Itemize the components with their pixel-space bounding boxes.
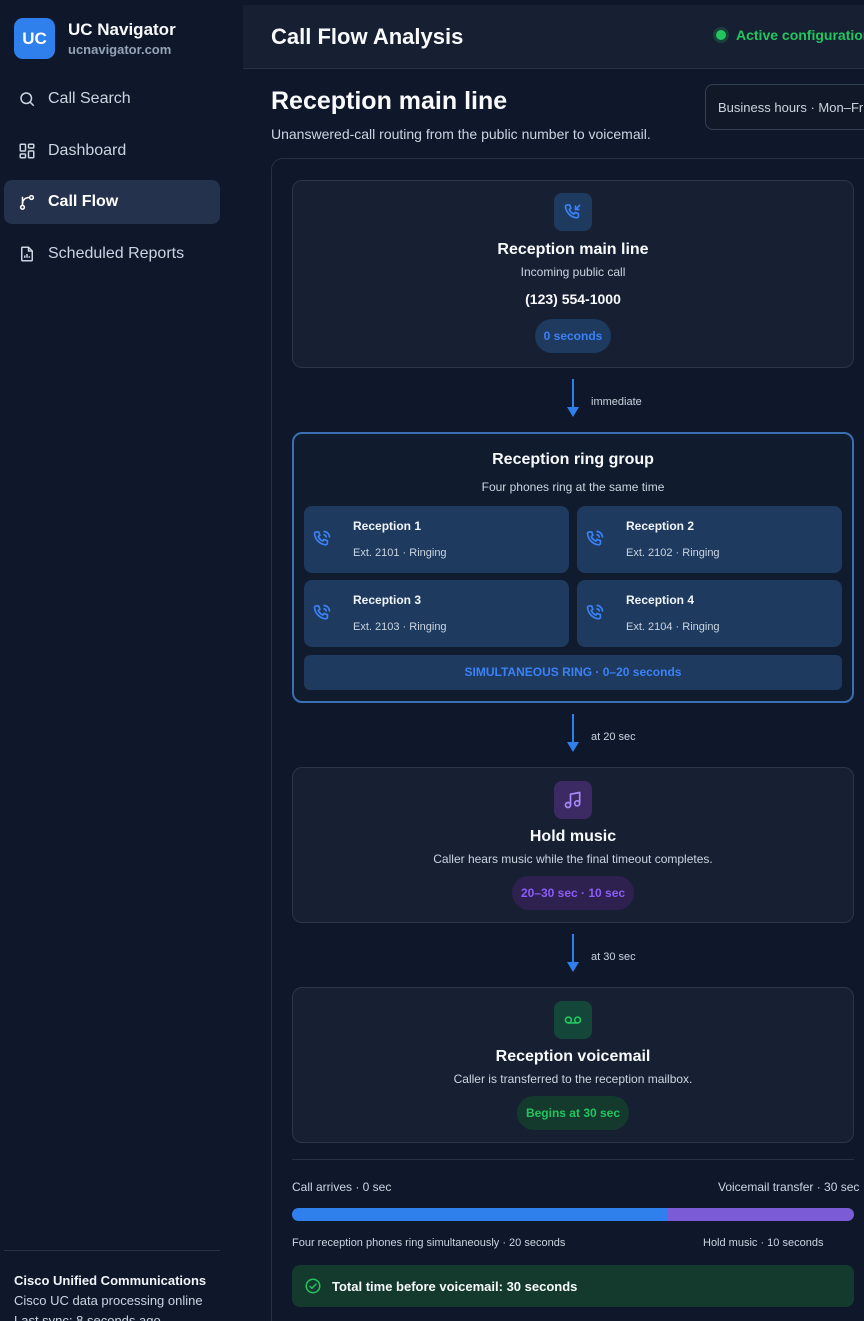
- call-flow-icon: [18, 193, 36, 211]
- timeline-segment-hold: [666, 1208, 854, 1221]
- voicemail-icon: [554, 1001, 592, 1039]
- footer-sync: Last sync: 8 seconds ago: [14, 1313, 161, 1321]
- timeline-legend-ring: Four reception phones ring simultaneousl…: [292, 1237, 566, 1249]
- entry-title: Reception main line: [497, 241, 649, 258]
- page-title: Reception main line: [271, 87, 508, 115]
- status-dot-icon: [716, 30, 726, 40]
- business-hours-selector[interactable]: Business hours · Mon–Fri: [705, 84, 864, 130]
- ring-group-subtitle: Four phones ring at the same time: [481, 480, 665, 494]
- brand-name: UC Navigator: [68, 20, 176, 39]
- timeline-bar: [292, 1208, 854, 1221]
- voicemail-title: Reception voicemail: [495, 1048, 651, 1065]
- entry-time-pill: 0 seconds: [534, 319, 612, 353]
- voicemail-subtitle: Caller is transferred to the reception m…: [453, 1072, 693, 1086]
- nav-label: Call Search: [48, 90, 131, 107]
- connector-label: at 20 sec: [591, 731, 636, 743]
- incoming-call-icon: [554, 193, 592, 231]
- phone-ext: Ext. 2101 · Ringing: [353, 547, 447, 559]
- connector-label: at 30 sec: [591, 951, 636, 963]
- phone-card-reception-2[interactable]: Reception 2 Ext. 2102 · Ringing: [577, 506, 842, 573]
- entry-subtitle: Incoming public call: [520, 265, 626, 279]
- brand[interactable]: UC UC Navigator ucnavigator.com: [14, 18, 176, 59]
- search-icon: [18, 90, 36, 108]
- timeline-start-label: Call arrives · 0 sec: [292, 1180, 392, 1194]
- footer-status: Cisco UC data processing online: [14, 1293, 203, 1308]
- nav-item-scheduled-reports[interactable]: Scheduled Reports: [4, 232, 220, 276]
- timeline-legend-hold: Hold music · 10 seconds: [703, 1237, 824, 1249]
- connector-arrow: [567, 714, 579, 754]
- topbar: Call Flow Analysis Active configuration: [243, 5, 864, 69]
- hold-music-card[interactable]: Hold music Caller hears music while the …: [292, 767, 854, 923]
- voicemail-time-pill: Begins at 30 sec: [516, 1096, 630, 1130]
- phone-name: Reception 1: [353, 519, 422, 533]
- sidebar: UC UC Navigator ucnavigator.com Call Sea…: [0, 0, 243, 1321]
- sidebar-footer: Cisco Unified Communications Cisco UC da…: [14, 1271, 206, 1321]
- phone-card-reception-3[interactable]: Reception 3 Ext. 2103 · Ringing: [304, 580, 569, 647]
- nav-label: Call Flow: [48, 193, 119, 210]
- nav-item-dashboard[interactable]: Dashboard: [4, 129, 220, 173]
- status-text: Active configuration: [736, 27, 864, 43]
- check-circle-icon: [304, 1277, 322, 1295]
- nav-label: Scheduled Reports: [48, 245, 185, 262]
- total-time-banner: Total time before voicemail: 30 seconds: [292, 1265, 854, 1307]
- phone-name: Reception 3: [353, 593, 422, 607]
- hold-time-pill: 20–30 sec · 10 sec: [511, 876, 635, 910]
- voicemail-card[interactable]: Reception voicemail Caller is transferre…: [292, 987, 854, 1143]
- nav-item-call-flow[interactable]: Call Flow: [4, 180, 220, 224]
- brand-domain: ucnavigator.com: [68, 42, 172, 57]
- simultaneous-ring-banner: SIMULTANEOUS RING · 0–20 seconds: [304, 655, 842, 690]
- entry-card[interactable]: Reception main line Incoming public call…: [292, 180, 854, 368]
- dashboard-icon: [18, 142, 36, 160]
- ring-group-title: Reception ring group: [492, 451, 654, 468]
- phone-ext: Ext. 2104 · Ringing: [626, 621, 720, 633]
- hold-subtitle: Caller hears music while the final timeo…: [433, 852, 713, 866]
- music-note-icon: [554, 781, 592, 819]
- connector-arrow: [567, 379, 579, 419]
- brand-logo: UC: [14, 18, 55, 59]
- phone-ringing-icon: [585, 603, 605, 623]
- page-subtitle: Unanswered-call routing from the public …: [271, 126, 651, 142]
- ring-group-card[interactable]: Reception ring group Four phones ring at…: [292, 432, 854, 703]
- total-time-text: Total time before voicemail: 30 seconds: [332, 1278, 578, 1294]
- connector-label: immediate: [591, 396, 642, 408]
- phone-name: Reception 4: [626, 593, 695, 607]
- topbar-title: Call Flow Analysis: [271, 24, 464, 49]
- entry-number: (123) 554-1000: [525, 291, 621, 307]
- status-badge: Active configuration: [716, 27, 864, 43]
- phone-ringing-icon: [312, 529, 332, 549]
- hold-title: Hold music: [529, 828, 617, 845]
- phone-ext: Ext. 2102 · Ringing: [626, 547, 720, 559]
- connector-arrow: [567, 934, 579, 974]
- phone-card-reception-4[interactable]: Reception 4 Ext. 2104 · Ringing: [577, 580, 842, 647]
- phone-ringing-icon: [585, 529, 605, 549]
- timeline-end-label: Voicemail transfer · 30 sec: [718, 1180, 860, 1194]
- phone-name: Reception 2: [626, 519, 695, 533]
- nav-label: Dashboard: [48, 142, 127, 159]
- report-icon: [18, 245, 36, 263]
- phone-card-reception-1[interactable]: Reception 1 Ext. 2101 · Ringing: [304, 506, 569, 573]
- phone-ext: Ext. 2103 · Ringing: [353, 621, 447, 633]
- phone-ringing-icon: [312, 603, 332, 623]
- timeline-divider: [292, 1159, 854, 1160]
- sidebar-divider: [4, 1250, 220, 1251]
- timeline-segment-ring: [292, 1208, 667, 1221]
- nav-item-call-search[interactable]: Call Search: [4, 77, 220, 121]
- footer-title: Cisco Unified Communications: [14, 1273, 207, 1288]
